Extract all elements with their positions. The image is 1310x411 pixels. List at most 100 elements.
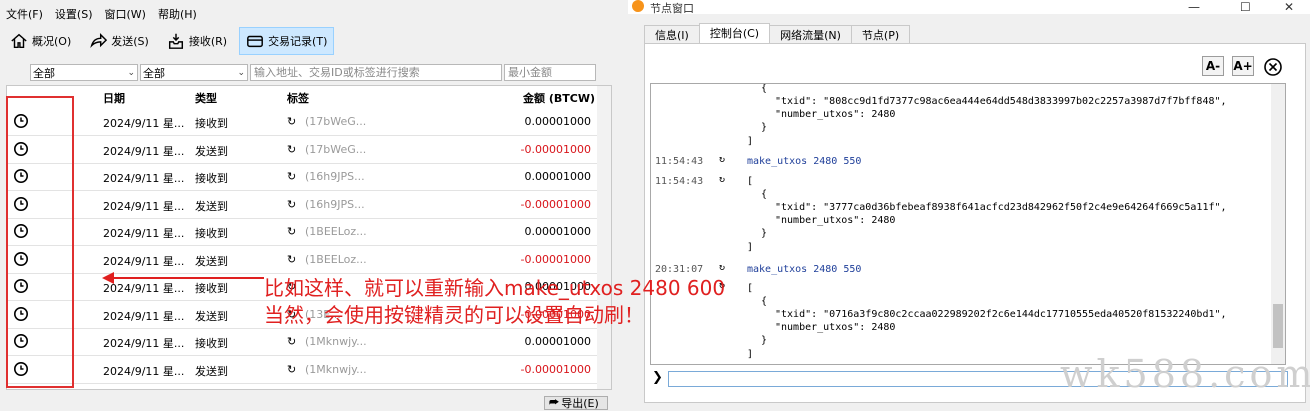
header-date[interactable]: 日期 (103, 90, 125, 106)
console-scroll-thumb[interactable] (1273, 304, 1283, 348)
table-scrollbar[interactable] (597, 86, 611, 389)
console-line: { (761, 189, 768, 200)
card-icon (247, 35, 263, 48)
console-line: "number_utxos": 2480 (775, 109, 896, 120)
console-line: { (761, 296, 768, 307)
row-amount: 0.00001000 (524, 170, 591, 183)
row-date: 2024/9/11 星... (103, 309, 185, 323)
console-scrollbar[interactable] (1271, 84, 1285, 364)
transactions-label: 交易记录(T) (268, 35, 328, 48)
console-line: "txid": "3777ca0d36bfebeaf8938f641acfcd2… (775, 202, 1227, 213)
annotation-text-line2: 当然，会使用按键精灵的可以设置自动刷！ (264, 303, 644, 327)
header-label[interactable]: 标签 (287, 90, 309, 106)
console-output: { "txid": "808cc9d1fd7377c98ac6ea444e64d… (650, 83, 1286, 365)
console-line: "txid": "0716a3f9c80c2ccaa022989202f2c6e… (775, 309, 1227, 320)
console-line: [ (747, 283, 754, 294)
arrow-icon: ↻ (287, 362, 297, 376)
node-window: 节点窗口 — ☐ ✕ 信息(I) 控制台(C) 网络流量(N) 节点(P) A-… (628, 0, 1310, 409)
table-row[interactable]: 2024/9/11 星... 接收到 ↻ (17bWeG... 0.00001000 (7, 108, 597, 136)
send-button[interactable]: 发送(S) (83, 28, 155, 54)
font-increase-button[interactable]: A+ (1232, 56, 1254, 76)
overview-button[interactable]: 概况(O) (4, 28, 77, 54)
search-input[interactable]: 输入地址、交易ID或标签进行搜索 (250, 64, 502, 81)
minimize-icon[interactable]: — (1188, 0, 1200, 14)
console-line: } (761, 335, 768, 346)
arrow-icon: ↻ (287, 252, 297, 266)
row-label: (17bWeG... (305, 115, 367, 128)
console-line: { (761, 83, 768, 94)
menu-bar: 文件(F) 设置(S) 窗口(W) 帮助(H) (0, 6, 197, 24)
row-amount: -0.00001000 (520, 362, 591, 376)
menu-window[interactable]: 窗口(W) (105, 6, 146, 24)
table-row[interactable]: 2024/9/11 星... 发送到 ↻ (1BEELoz... -0.00001000 (7, 246, 597, 274)
menu-settings[interactable]: 设置(S) (55, 6, 93, 24)
inbox-icon (168, 33, 183, 49)
console-line: "number_utxos": 2480 (775, 322, 896, 333)
arrow-icon: ↻ (287, 197, 297, 211)
export-button[interactable]: ⮫ 导出(E) (544, 396, 608, 410)
transaction-table: 日期 类型 标签 金额 (BTCW) 2024/9/11 星... 接收到 ↻ (17… (6, 85, 612, 390)
row-type: 发送到 (195, 364, 228, 378)
table-row[interactable]: 2024/9/11 星... 发送到 ↻ (1Mknwjy... -0.00001000 (7, 356, 597, 384)
row-date: 2024/9/11 星... (103, 227, 185, 240)
type-filter-value: 全部 (143, 67, 165, 80)
receive-button[interactable]: 接收(R) (161, 28, 233, 54)
type-filter-select[interactable]: 全部 ⌄ (140, 64, 248, 81)
row-date: 2024/9/11 星... (103, 117, 185, 130)
table-row[interactable]: 2024/9/11 星... 发送到 ↻ (17bWeG... -0.00001000 (7, 136, 597, 164)
row-type: 接收到 (195, 337, 228, 350)
font-decrease-button[interactable]: A- (1202, 56, 1224, 76)
date-filter-select[interactable]: 全部 ⌄ (30, 64, 138, 81)
row-label: (1BEELoz... (305, 225, 367, 238)
min-amount-input[interactable]: 最小金额 (504, 64, 596, 81)
row-label: (17bWeG... (305, 142, 367, 156)
clear-console-button[interactable] (1262, 56, 1284, 78)
wallet-window: 文件(F) 设置(S) 窗口(W) 帮助(H) 概况(O) 发送(S) 接收(R… (0, 0, 622, 410)
row-date: 2024/9/11 星... (103, 364, 185, 378)
arrow-icon: ↻ (287, 335, 297, 348)
receive-label: 接收(R) (188, 35, 228, 48)
row-type: 接收到 (195, 117, 228, 130)
transactions-button[interactable]: 交易记录(T) (239, 27, 335, 55)
table-header: 日期 类型 标签 金额 (BTCW) (7, 86, 597, 108)
row-type: 发送到 (195, 144, 228, 158)
row-type: 接收到 (195, 172, 228, 185)
console-timestamp: 11:54:43 (655, 176, 704, 187)
row-amount: -0.00001000 (520, 142, 591, 156)
arrow-icon: ↻ (287, 115, 297, 128)
row-date: 2024/9/11 星... (103, 172, 185, 185)
row-type: 发送到 (195, 254, 228, 268)
table-row[interactable]: 2024/9/11 星... 发送到 ↻ (16h9JPS... -0.00001000 (7, 191, 597, 219)
header-type[interactable]: 类型 (195, 90, 217, 106)
header-amount[interactable]: 金额 (BTCW) (523, 90, 595, 106)
prompt-chevron-icon: ❯ (652, 370, 663, 385)
arrow-icon: ↻ (287, 142, 297, 156)
menu-help[interactable]: 帮助(H) (158, 6, 197, 24)
export-icon: ⮫ (549, 396, 560, 409)
row-date: 2024/9/11 星... (103, 254, 185, 268)
close-icon[interactable]: ✕ (1284, 0, 1294, 14)
console-timestamp: 11:54:43 (655, 156, 704, 167)
filter-bar: 全部 ⌄ 全部 ⌄ 输入地址、交易ID或标签进行搜索 最小金额 (30, 64, 596, 82)
maximize-icon[interactable]: ☐ (1240, 0, 1251, 14)
node-tabs: 信息(I) 控制台(C) 网络流量(N) 节点(P) (644, 23, 911, 46)
row-type: 接收到 (195, 227, 228, 240)
row-type: 发送到 (195, 309, 228, 323)
row-amount: -0.00001000 (520, 197, 591, 211)
row-amount: 0.00001000 (524, 335, 591, 348)
send-arrow-icon (90, 32, 108, 48)
table-row[interactable]: 2024/9/11 星... 接收到 ↻ (16h9JPS... 0.00001000 (7, 163, 597, 191)
table-row[interactable]: 2024/9/11 星... 接收到 ↻ (1BEELoz... 0.00001000 (7, 218, 597, 246)
console-line: ] (747, 349, 754, 360)
clear-icon (1264, 58, 1282, 76)
console-command: make_utxos 2480 550 (747, 264, 862, 275)
command-icon: ↻ (719, 154, 726, 165)
menu-file[interactable]: 文件(F) (6, 6, 43, 24)
row-date: 2024/9/11 星... (103, 337, 185, 350)
reply-icon: ↻ (719, 174, 726, 185)
console-line: ] (747, 242, 754, 253)
row-date: 2024/9/11 星... (103, 199, 185, 213)
chevron-down-icon: ⌄ (237, 68, 245, 78)
row-amount: 0.00001000 (524, 115, 591, 128)
table-row[interactable]: 2024/9/11 星... 接收到 ↻ (1Mknwjy... 0.00001000 (7, 328, 597, 356)
